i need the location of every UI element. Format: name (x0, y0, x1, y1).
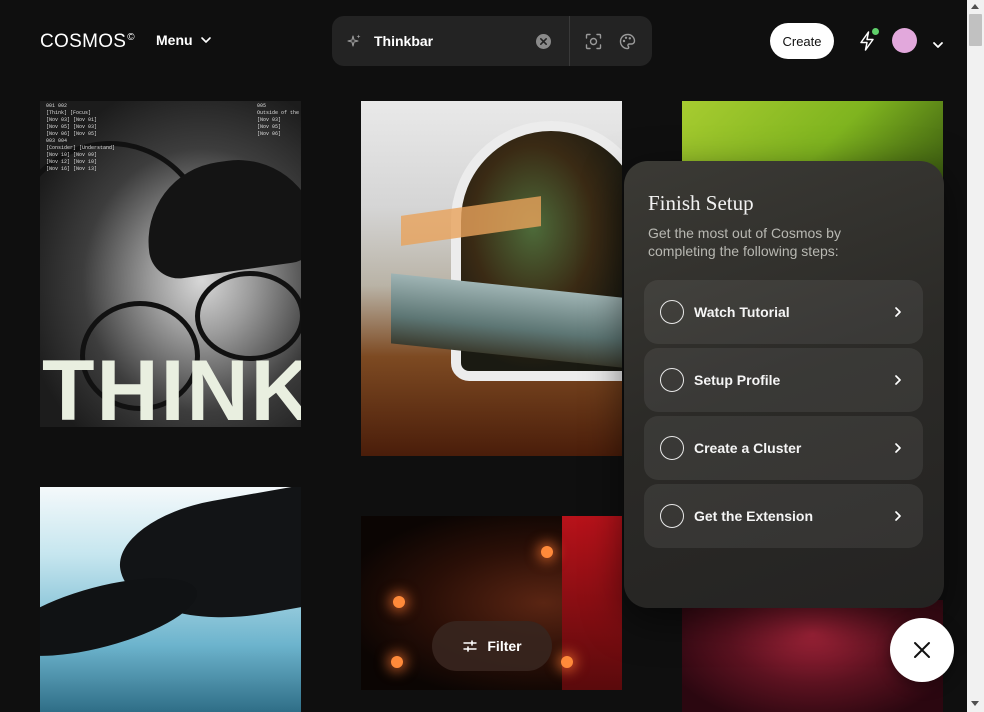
chevron-right-icon (895, 511, 901, 521)
chevron-right-icon (895, 375, 901, 385)
image-tile-blue-lounge[interactable] (40, 487, 301, 712)
close-setup-button[interactable] (890, 618, 954, 682)
chevron-right-icon (895, 443, 901, 453)
finish-setup-panel: Finish Setup Get the most out of Cosmos … (624, 161, 944, 608)
poster-meta-right: 005 Outside of the box [Nov 03] [Nov 05]… (257, 103, 300, 137)
image-tile-bar-interior[interactable] (361, 101, 622, 456)
step-checkbox (660, 300, 684, 324)
page-scrollbar[interactable] (967, 0, 984, 712)
search-input[interactable] (374, 33, 524, 49)
menu-button[interactable]: Menu (156, 32, 213, 48)
step-label: Get the Extension (694, 508, 814, 524)
image-tile-think-poster[interactable]: 001 002 [Think] [Focus] [Nov 03] [Nov 01… (40, 101, 301, 427)
night-bar-lamp (391, 656, 403, 668)
step-label: Watch Tutorial (694, 304, 790, 320)
poster-meta-left: 001 002 [Think] [Focus] [Nov 03] [Nov 01… (46, 103, 116, 172)
step-label: Create a Cluster (694, 440, 802, 456)
step-label: Setup Profile (694, 372, 781, 388)
filter-label: Filter (487, 638, 522, 654)
step-watch-tutorial[interactable]: Watch Tutorial (644, 280, 923, 344)
step-setup-profile[interactable]: Setup Profile (644, 348, 923, 412)
visual-search-icon[interactable] (585, 33, 602, 50)
step-checkbox (660, 436, 684, 460)
logo-mark: © (127, 32, 135, 43)
palette-icon[interactable] (619, 33, 636, 50)
setup-title: Finish Setup (648, 191, 754, 215)
thinkbar-search (332, 16, 652, 66)
search-divider (569, 16, 570, 66)
night-bar-lamp (561, 656, 573, 668)
top-bar: COSMOS© Menu Create (0, 0, 967, 84)
night-bar-lamp (541, 546, 553, 558)
step-get-extension[interactable]: Get the Extension (644, 484, 923, 548)
night-bar-lamp (393, 596, 405, 608)
chevron-right-icon (895, 307, 901, 317)
poster-headline: THINK (42, 343, 301, 427)
avatar[interactable] (892, 28, 917, 53)
menu-label: Menu (156, 32, 193, 48)
scroll-up-arrow-icon[interactable] (971, 4, 979, 9)
step-checkbox (660, 504, 684, 528)
sparkle-icon (347, 34, 361, 47)
clear-icon[interactable] (535, 33, 552, 50)
filter-button[interactable]: Filter (432, 621, 552, 671)
setup-description: Get the most out of Cosmos by completing… (648, 225, 841, 259)
notification-dot (872, 28, 879, 35)
scroll-down-arrow-icon[interactable] (971, 701, 979, 706)
chevron-down-icon (200, 37, 211, 43)
close-icon (914, 642, 930, 658)
step-checkbox (660, 368, 684, 392)
chevron-down-icon[interactable] (931, 38, 945, 52)
scroll-thumb[interactable] (969, 14, 982, 46)
cosmos-logo[interactable]: COSMOS© (40, 31, 135, 53)
sliders-icon (463, 640, 478, 652)
logo-text: COSMOS (40, 31, 127, 52)
step-create-cluster[interactable]: Create a Cluster (644, 416, 923, 480)
create-button[interactable]: Create (770, 23, 834, 59)
